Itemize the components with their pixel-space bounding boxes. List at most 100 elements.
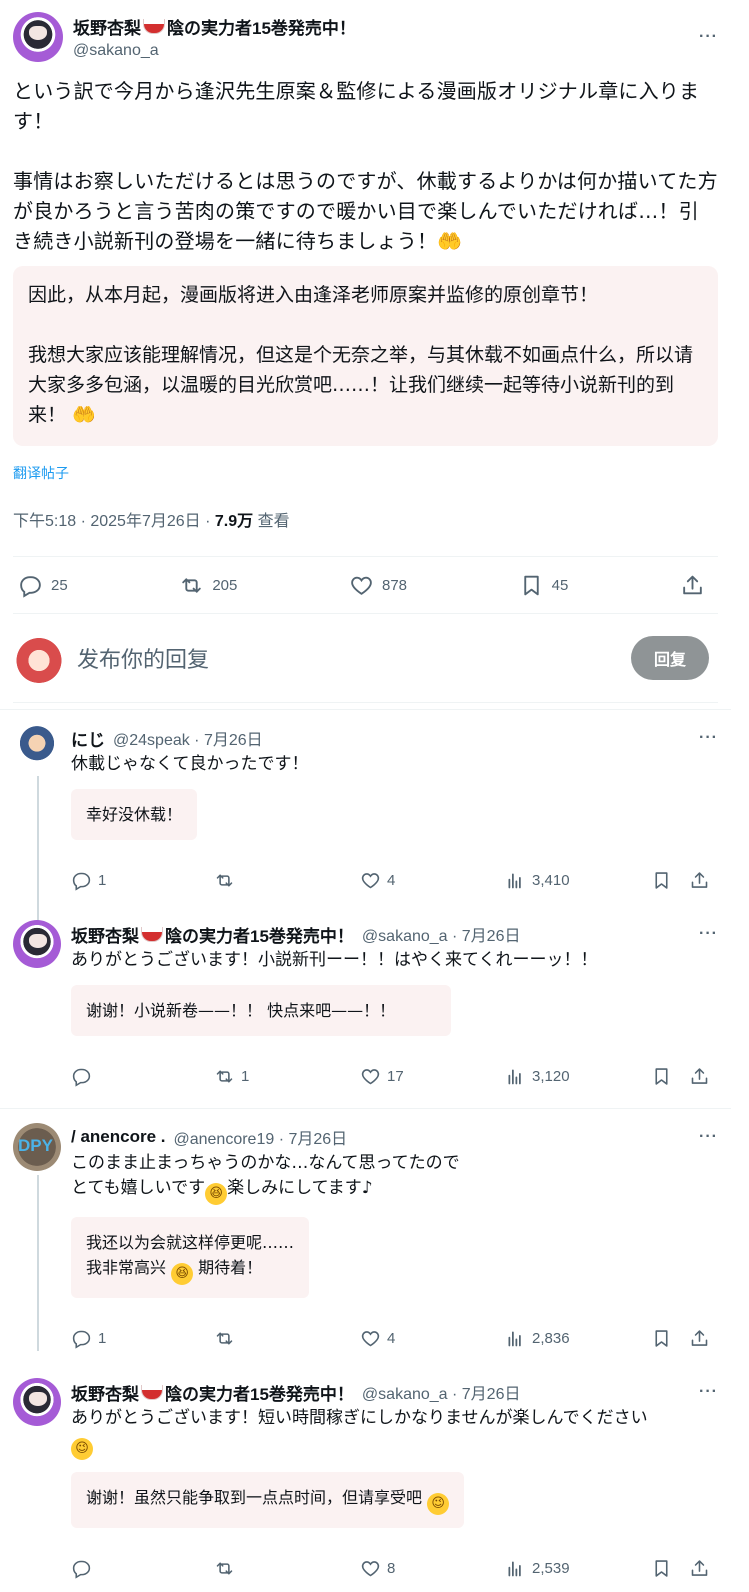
avatar[interactable]	[14, 633, 64, 683]
like-action[interactable]: 4	[360, 1328, 505, 1349]
reply-item[interactable]: 坂野杏梨 陰の実力者15巻発売中！ @sakano_a · 7月26日 ··· あ…	[0, 1358, 731, 1588]
reply-count: 1	[98, 1329, 107, 1347]
reply-item[interactable]: 坂野杏梨 陰の実力者15巻発売中！ @sakano_a · 7月26日 ··· あ…	[0, 900, 731, 1096]
more-options-icon[interactable]: ···	[688, 28, 718, 46]
view-count: 3,410	[532, 871, 570, 889]
views-action[interactable]: 3,410	[505, 870, 651, 891]
like-count: 4	[387, 871, 396, 889]
reply-handle-date[interactable]: @sakano_a · 7月26日	[362, 922, 688, 946]
share-action[interactable]	[689, 870, 716, 891]
reply-handle-date[interactable]: @anencore19 · 7月26日	[173, 1125, 688, 1149]
reply-translation: 幸好没休载！	[71, 789, 198, 840]
reply-icon	[72, 872, 91, 891]
repost-action[interactable]	[214, 1558, 360, 1579]
more-options-icon[interactable]: ···	[688, 729, 718, 747]
repost-icon	[182, 577, 202, 593]
rice-bowl-icon	[143, 19, 165, 34]
views-action[interactable]: 2,836	[505, 1328, 651, 1349]
repost-icon	[216, 873, 233, 887]
reply-text: ありがとうございます！短い時間稼ぎにしかなりませんが楽しんでください 😉	[71, 1406, 718, 1460]
repost-action[interactable]	[214, 870, 360, 891]
share-action[interactable]	[689, 1328, 716, 1349]
reply-input[interactable]: 发布你的回复	[77, 642, 631, 674]
reply-composer: 发布你的回复 回复	[13, 614, 718, 703]
avatar[interactable]	[13, 920, 61, 968]
heart-icon	[361, 1068, 380, 1084]
author-name-suffix: 陰の実力者15巻発売中！	[167, 19, 356, 38]
share-action[interactable]	[689, 1558, 716, 1579]
reply-actions: 1 4 3,410	[71, 860, 718, 900]
post-text: という訳で今月から逢沢先生原案＆監修による漫画版オリジナル章に入ります！ 事情は…	[13, 79, 718, 253]
avatar[interactable]	[13, 724, 61, 772]
reply-item[interactable]: / anencore . @anencore19 · 7月26日 ··· このま…	[0, 1108, 731, 1358]
views-action[interactable]: 3,120	[505, 1066, 651, 1087]
views-label: 查看	[253, 513, 290, 530]
bookmark-action[interactable]	[651, 1328, 689, 1349]
page: 坂野杏梨 陰の実力者15巻発売中！ @sakano_a ··· という訳で今月か…	[0, 0, 731, 1592]
reply-icon	[72, 1330, 91, 1349]
author-name-suffix: 陰の実力者15巻発売中！	[165, 1384, 354, 1404]
bookmark-stat[interactable]: 45	[519, 573, 568, 598]
share-stat[interactable]	[680, 573, 713, 598]
reply-author-name[interactable]: 坂野杏梨 陰の実力者15巻発売中！	[71, 922, 354, 947]
bookmark-action[interactable]	[651, 1558, 689, 1579]
main-post-header: 坂野杏梨 陰の実力者15巻発売中！ @sakano_a ···	[13, 12, 718, 62]
reply-translation: 谢谢！虽然只能争取到一点点时间，但请享受吧 😉	[71, 1472, 465, 1528]
author-handle[interactable]: @sakano_a	[73, 42, 688, 60]
author-name-text: 坂野杏梨	[71, 1384, 139, 1404]
reply-text: ありがとうございます！小説新刊ーー！！はやく来てくれーーッ！！	[71, 950, 598, 970]
translate-post-link[interactable]: 翻译帖子	[13, 463, 69, 483]
bookmark-action[interactable]	[651, 870, 689, 891]
reply-body: にじ @24speak · 7月26日 ··· 休載じゃなくて良かったです！ 幸…	[71, 724, 718, 900]
view-count: 3,120	[532, 1067, 570, 1085]
reply-button[interactable]: 回复	[631, 636, 709, 680]
more-options-icon[interactable]: ···	[688, 1383, 718, 1401]
reply-body: 坂野杏梨 陰の実力者15巻発売中！ @sakano_a · 7月26日 ··· あ…	[71, 1378, 718, 1588]
reply-text: このまま止まっちゃうのかな…なんて思ってたので とても嬉しいです 😆 楽しみにしてま…	[71, 1151, 718, 1205]
repost-action[interactable]: 1	[214, 1066, 360, 1087]
like-action[interactable]: 4	[360, 870, 505, 891]
reply-action[interactable]	[71, 1558, 214, 1579]
bookmark-icon	[655, 1559, 668, 1577]
reply-author-name[interactable]: / anencore .	[71, 1127, 165, 1147]
author-name[interactable]: 坂野杏梨 陰の実力者15巻発売中！	[73, 14, 688, 39]
reply-handle-date[interactable]: @24speak · 7月26日	[113, 726, 688, 750]
author-name-text: 坂野杏梨	[73, 19, 141, 38]
reply-text-line: とても嬉しいです	[71, 1178, 206, 1198]
reply-body: 坂野杏梨 陰の実力者15巻発売中！ @sakano_a · 7月26日 ··· あ…	[71, 920, 718, 1096]
post-timestamp[interactable]: 下午5:18 · 2025年7月26日 ·	[13, 513, 215, 530]
like-action[interactable]: 17	[360, 1066, 505, 1087]
rice-bowl-icon	[141, 926, 163, 942]
reply-author-name[interactable]: 坂野杏梨 陰の実力者15巻発売中！	[71, 1380, 354, 1405]
engagement-bar: 25 205 878 45	[13, 556, 718, 614]
reply-stat[interactable]: 25	[18, 573, 68, 598]
reply-header: 坂野杏梨 陰の実力者15巻発売中！ @sakano_a · 7月26日 ···	[71, 1380, 718, 1404]
reply-author-name[interactable]: にじ	[71, 726, 105, 751]
reply-handle-date[interactable]: @sakano_a · 7月26日	[362, 1380, 688, 1404]
like-count: 878	[382, 576, 408, 594]
views-action[interactable]: 2,539	[505, 1558, 651, 1579]
avatar[interactable]	[13, 1378, 61, 1426]
more-options-icon[interactable]: ···	[688, 925, 718, 943]
reply-action[interactable]	[71, 1066, 214, 1087]
avatar[interactable]	[13, 12, 63, 62]
more-options-icon[interactable]: ···	[688, 1128, 718, 1146]
repost-action[interactable]	[214, 1328, 360, 1349]
analytics-icon	[508, 873, 521, 888]
share-icon	[691, 1329, 708, 1346]
reply-icon	[20, 575, 41, 598]
grin-emoji-icon: 😆	[205, 1183, 228, 1205]
bookmark-action[interactable]	[651, 1066, 689, 1087]
reply-actions: 1 4 2,836	[71, 1318, 718, 1358]
reply-header: 坂野杏梨 陰の実力者15巻発売中！ @sakano_a · 7月26日 ···	[71, 922, 718, 946]
reply-row: / anencore . @anencore19 · 7月26日 ··· このま…	[13, 1123, 718, 1358]
like-action[interactable]: 8	[360, 1558, 505, 1579]
reply-action[interactable]: 1	[71, 1328, 214, 1349]
like-stat[interactable]: 878	[349, 573, 407, 598]
reply-item[interactable]: にじ @24speak · 7月26日 ··· 休載じゃなくて良かったです！ 幸…	[0, 709, 731, 926]
share-action[interactable]	[689, 1066, 716, 1087]
avatar[interactable]	[13, 1123, 61, 1171]
repost-stat[interactable]: 205	[179, 573, 237, 598]
reply-text: 休載じゃなくて良かったです！	[71, 754, 309, 774]
reply-action[interactable]: 1	[71, 870, 214, 891]
